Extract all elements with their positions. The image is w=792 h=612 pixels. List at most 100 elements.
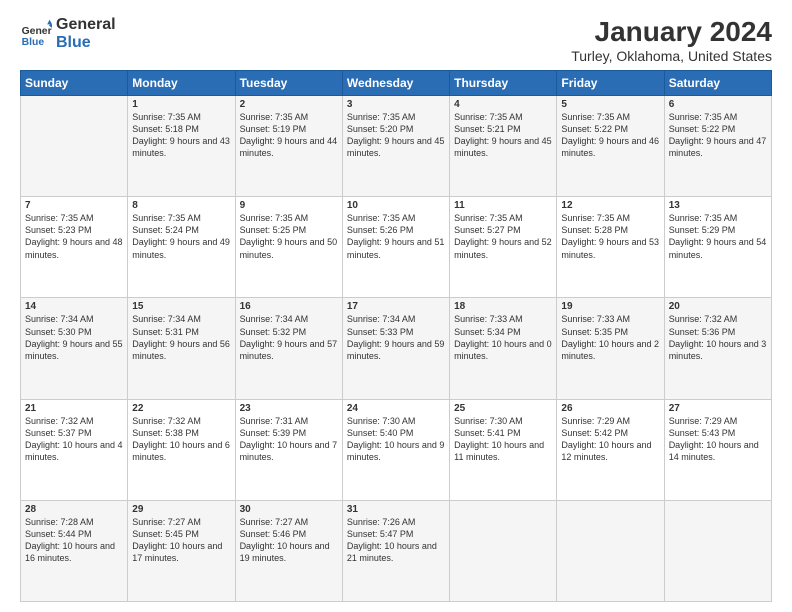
calendar-cell: 26Sunrise: 7:29 AMSunset: 5:42 PMDayligh…: [557, 399, 664, 500]
calendar-cell: 5Sunrise: 7:35 AMSunset: 5:22 PMDaylight…: [557, 96, 664, 197]
calendar-cell: 11Sunrise: 7:35 AMSunset: 5:27 PMDayligh…: [450, 197, 557, 298]
calendar-week-2: 7Sunrise: 7:35 AMSunset: 5:23 PMDaylight…: [21, 197, 772, 298]
day-number: 23: [240, 403, 338, 414]
page-subtitle: Turley, Oklahoma, United States: [571, 48, 772, 64]
day-number: 3: [347, 99, 445, 110]
day-number: 15: [132, 301, 230, 312]
day-info: Sunrise: 7:35 AMSunset: 5:21 PMDaylight:…: [454, 111, 552, 160]
calendar-cell: 1Sunrise: 7:35 AMSunset: 5:18 PMDaylight…: [128, 96, 235, 197]
calendar-cell: 29Sunrise: 7:27 AMSunset: 5:45 PMDayligh…: [128, 500, 235, 601]
day-info: Sunrise: 7:35 AMSunset: 5:23 PMDaylight:…: [25, 212, 123, 261]
svg-text:Blue: Blue: [22, 37, 45, 48]
logo: General Blue General Blue: [20, 16, 116, 51]
day-number: 10: [347, 200, 445, 211]
logo-line2: Blue: [56, 34, 116, 52]
day-info: Sunrise: 7:27 AMSunset: 5:45 PMDaylight:…: [132, 516, 230, 565]
day-info: Sunrise: 7:33 AMSunset: 5:34 PMDaylight:…: [454, 313, 552, 362]
calendar-header-saturday: Saturday: [664, 71, 771, 96]
calendar-cell: 12Sunrise: 7:35 AMSunset: 5:28 PMDayligh…: [557, 197, 664, 298]
calendar-table: SundayMondayTuesdayWednesdayThursdayFrid…: [20, 70, 772, 602]
day-number: 27: [669, 403, 767, 414]
day-info: Sunrise: 7:28 AMSunset: 5:44 PMDaylight:…: [25, 516, 123, 565]
day-info: Sunrise: 7:35 AMSunset: 5:26 PMDaylight:…: [347, 212, 445, 261]
day-info: Sunrise: 7:29 AMSunset: 5:43 PMDaylight:…: [669, 415, 767, 464]
calendar-cell: 16Sunrise: 7:34 AMSunset: 5:32 PMDayligh…: [235, 298, 342, 399]
day-number: 5: [561, 99, 659, 110]
calendar-header-sunday: Sunday: [21, 71, 128, 96]
day-info: Sunrise: 7:35 AMSunset: 5:22 PMDaylight:…: [669, 111, 767, 160]
day-info: Sunrise: 7:35 AMSunset: 5:24 PMDaylight:…: [132, 212, 230, 261]
day-number: 14: [25, 301, 123, 312]
day-info: Sunrise: 7:32 AMSunset: 5:38 PMDaylight:…: [132, 415, 230, 464]
day-number: 4: [454, 99, 552, 110]
day-info: Sunrise: 7:27 AMSunset: 5:46 PMDaylight:…: [240, 516, 338, 565]
day-number: 16: [240, 301, 338, 312]
calendar-cell: [21, 96, 128, 197]
day-info: Sunrise: 7:34 AMSunset: 5:32 PMDaylight:…: [240, 313, 338, 362]
day-info: Sunrise: 7:35 AMSunset: 5:28 PMDaylight:…: [561, 212, 659, 261]
day-info: Sunrise: 7:30 AMSunset: 5:41 PMDaylight:…: [454, 415, 552, 464]
calendar-cell: 22Sunrise: 7:32 AMSunset: 5:38 PMDayligh…: [128, 399, 235, 500]
calendar-cell: 2Sunrise: 7:35 AMSunset: 5:19 PMDaylight…: [235, 96, 342, 197]
day-info: Sunrise: 7:35 AMSunset: 5:29 PMDaylight:…: [669, 212, 767, 261]
calendar-cell: 14Sunrise: 7:34 AMSunset: 5:30 PMDayligh…: [21, 298, 128, 399]
calendar-cell: 17Sunrise: 7:34 AMSunset: 5:33 PMDayligh…: [342, 298, 449, 399]
day-number: 26: [561, 403, 659, 414]
day-number: 29: [132, 504, 230, 515]
day-number: 18: [454, 301, 552, 312]
day-info: Sunrise: 7:31 AMSunset: 5:39 PMDaylight:…: [240, 415, 338, 464]
day-info: Sunrise: 7:33 AMSunset: 5:35 PMDaylight:…: [561, 313, 659, 362]
calendar-cell: 10Sunrise: 7:35 AMSunset: 5:26 PMDayligh…: [342, 197, 449, 298]
header: General Blue General Blue January 2024 T…: [20, 16, 772, 64]
calendar-header-monday: Monday: [128, 71, 235, 96]
calendar-cell: 19Sunrise: 7:33 AMSunset: 5:35 PMDayligh…: [557, 298, 664, 399]
day-number: 19: [561, 301, 659, 312]
calendar-cell: 24Sunrise: 7:30 AMSunset: 5:40 PMDayligh…: [342, 399, 449, 500]
calendar-cell: [450, 500, 557, 601]
day-info: Sunrise: 7:34 AMSunset: 5:31 PMDaylight:…: [132, 313, 230, 362]
calendar-cell: 4Sunrise: 7:35 AMSunset: 5:21 PMDaylight…: [450, 96, 557, 197]
svg-text:General: General: [22, 26, 52, 37]
calendar-cell: 27Sunrise: 7:29 AMSunset: 5:43 PMDayligh…: [664, 399, 771, 500]
logo-line1: General: [56, 16, 116, 34]
calendar-cell: 7Sunrise: 7:35 AMSunset: 5:23 PMDaylight…: [21, 197, 128, 298]
calendar-week-3: 14Sunrise: 7:34 AMSunset: 5:30 PMDayligh…: [21, 298, 772, 399]
calendar-cell: 25Sunrise: 7:30 AMSunset: 5:41 PMDayligh…: [450, 399, 557, 500]
day-number: 12: [561, 200, 659, 211]
day-info: Sunrise: 7:35 AMSunset: 5:18 PMDaylight:…: [132, 111, 230, 160]
page: General Blue General Blue January 2024 T…: [0, 0, 792, 612]
calendar-header-wednesday: Wednesday: [342, 71, 449, 96]
day-info: Sunrise: 7:34 AMSunset: 5:33 PMDaylight:…: [347, 313, 445, 362]
day-number: 8: [132, 200, 230, 211]
day-info: Sunrise: 7:35 AMSunset: 5:25 PMDaylight:…: [240, 212, 338, 261]
calendar-header-friday: Friday: [557, 71, 664, 96]
day-number: 31: [347, 504, 445, 515]
day-info: Sunrise: 7:34 AMSunset: 5:30 PMDaylight:…: [25, 313, 123, 362]
day-info: Sunrise: 7:30 AMSunset: 5:40 PMDaylight:…: [347, 415, 445, 464]
day-number: 13: [669, 200, 767, 211]
day-number: 17: [347, 301, 445, 312]
day-info: Sunrise: 7:35 AMSunset: 5:27 PMDaylight:…: [454, 212, 552, 261]
day-number: 22: [132, 403, 230, 414]
day-number: 25: [454, 403, 552, 414]
day-number: 30: [240, 504, 338, 515]
calendar-cell: 28Sunrise: 7:28 AMSunset: 5:44 PMDayligh…: [21, 500, 128, 601]
calendar-cell: 15Sunrise: 7:34 AMSunset: 5:31 PMDayligh…: [128, 298, 235, 399]
day-number: 6: [669, 99, 767, 110]
calendar-header-row: SundayMondayTuesdayWednesdayThursdayFrid…: [21, 71, 772, 96]
title-block: January 2024 Turley, Oklahoma, United St…: [571, 16, 772, 64]
day-info: Sunrise: 7:35 AMSunset: 5:22 PMDaylight:…: [561, 111, 659, 160]
calendar-cell: 30Sunrise: 7:27 AMSunset: 5:46 PMDayligh…: [235, 500, 342, 601]
calendar-week-5: 28Sunrise: 7:28 AMSunset: 5:44 PMDayligh…: [21, 500, 772, 601]
calendar-cell: 21Sunrise: 7:32 AMSunset: 5:37 PMDayligh…: [21, 399, 128, 500]
calendar-cell: 18Sunrise: 7:33 AMSunset: 5:34 PMDayligh…: [450, 298, 557, 399]
day-number: 11: [454, 200, 552, 211]
calendar-cell: [664, 500, 771, 601]
day-info: Sunrise: 7:29 AMSunset: 5:42 PMDaylight:…: [561, 415, 659, 464]
logo-icon: General Blue: [20, 18, 52, 50]
day-number: 1: [132, 99, 230, 110]
day-number: 24: [347, 403, 445, 414]
calendar-cell: 23Sunrise: 7:31 AMSunset: 5:39 PMDayligh…: [235, 399, 342, 500]
calendar-cell: [557, 500, 664, 601]
calendar-week-1: 1Sunrise: 7:35 AMSunset: 5:18 PMDaylight…: [21, 96, 772, 197]
